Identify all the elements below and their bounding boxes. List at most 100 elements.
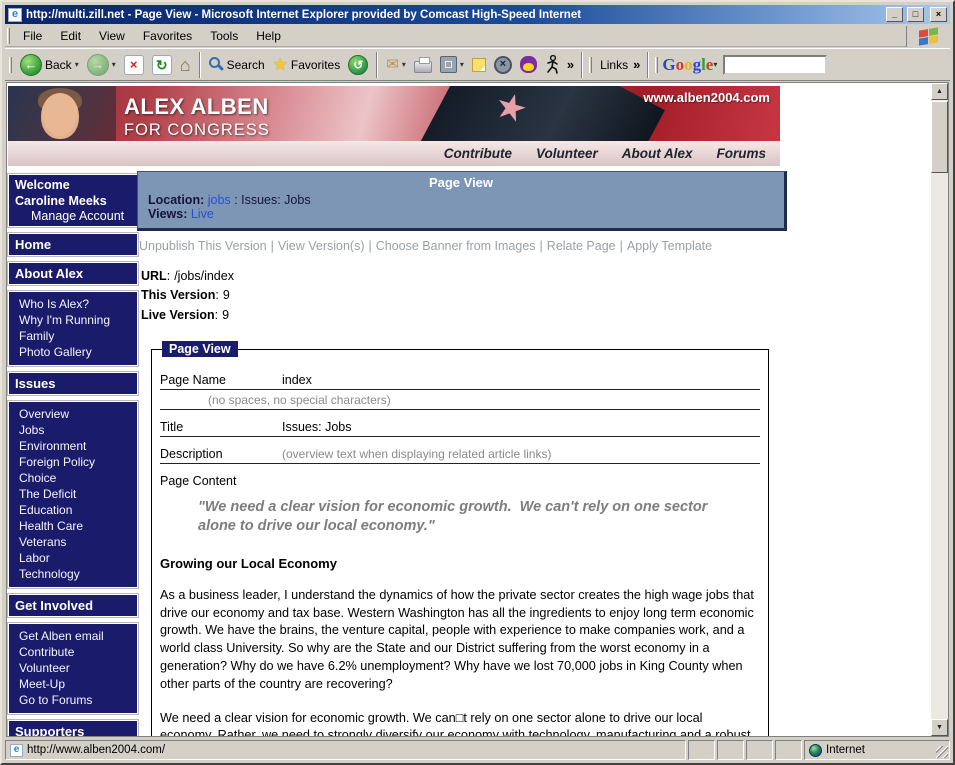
sidebar-link-meet-up[interactable]: Meet-Up <box>19 676 133 692</box>
toolbar-overflow-chevron-icon[interactable]: » <box>564 57 577 72</box>
stop-button[interactable]: × <box>120 53 148 77</box>
scroll-up-icon[interactable]: ▲ <box>931 83 948 100</box>
location-jobs-link[interactable]: jobs <box>208 193 231 207</box>
form-legend: Page View <box>162 341 238 357</box>
sidebar-link-labor[interactable]: Labor <box>19 550 133 566</box>
apply-template-link[interactable]: Apply Template <box>627 239 712 253</box>
google-search-input[interactable] <box>723 55 827 75</box>
refresh-button[interactable]: ↻ <box>148 53 176 77</box>
blocker-button[interactable]: × <box>490 54 516 76</box>
sidebar-link-environment[interactable]: Environment <box>19 438 133 454</box>
choose-banner-link[interactable]: Choose Banner from Images <box>376 239 536 253</box>
back-caret-icon[interactable]: ▾ <box>75 60 79 69</box>
view-versions-link[interactable]: View Version(s) <box>278 239 365 253</box>
messenger-button[interactable] <box>516 54 541 75</box>
google-grip[interactable] <box>655 57 658 73</box>
forward-button[interactable]: → ▾ <box>83 52 120 78</box>
search-button[interactable]: Search <box>205 55 269 74</box>
banner-nav-volunteer[interactable]: Volunteer <box>536 146 598 161</box>
page-name-label: Page Name <box>160 373 282 387</box>
sidebar-link-overview[interactable]: Overview <box>19 406 133 422</box>
sidebar-link-family[interactable]: Family <box>19 328 133 344</box>
sidebar-link-manage-account[interactable]: Manage Account <box>15 209 131 223</box>
menu-view[interactable]: View <box>90 27 134 45</box>
links-label[interactable]: Links <box>596 58 630 72</box>
favorites-button[interactable]: ★ Favorites <box>269 54 345 75</box>
description-row: Description (overview text when displayi… <box>160 447 760 464</box>
search-label: Search <box>227 58 265 72</box>
notes-button[interactable] <box>468 56 490 74</box>
fullscreen-button[interactable]: ▾ <box>436 54 468 75</box>
sidebar-section-issues[interactable]: Issues <box>8 372 138 395</box>
resize-grip[interactable] <box>936 746 948 758</box>
mail-caret-icon[interactable]: ▾ <box>402 60 406 69</box>
toolbar-separator <box>647 52 649 78</box>
unpublish-version-link[interactable]: Unpublish This Version <box>139 239 267 253</box>
menu-edit[interactable]: Edit <box>51 27 90 45</box>
menu-grip[interactable] <box>7 28 10 44</box>
status-zone-text: Internet <box>826 744 865 756</box>
sidebar-link-the-deficit[interactable]: The Deficit <box>19 486 133 502</box>
links-grip[interactable] <box>589 57 592 73</box>
sidebar-link-technology[interactable]: Technology <box>19 566 133 582</box>
flag-star-icon: ★ <box>491 86 534 132</box>
sidebar-section-about-alex[interactable]: About Alex <box>8 262 138 285</box>
toolbar-grip[interactable] <box>9 57 12 73</box>
browser-viewport: ★ ALEX ALBEN FOR CONGRESS www.alben2004.… <box>6 82 949 737</box>
status-pane <box>717 740 744 760</box>
sidebar-link-who-is-alex[interactable]: Who Is Alex? <box>19 296 133 312</box>
sidebar-link-jobs[interactable]: Jobs <box>19 422 133 438</box>
home-button[interactable]: ⌂ <box>176 54 195 76</box>
print-button[interactable] <box>410 54 436 75</box>
action-separator: | <box>616 239 627 253</box>
web-page: ★ ALEX ALBEN FOR CONGRESS www.alben2004.… <box>7 83 931 736</box>
scroll-down-icon[interactable]: ▼ <box>931 719 948 736</box>
forward-caret-icon[interactable]: ▾ <box>112 60 116 69</box>
sidebar-link-foreign-policy[interactable]: Foreign Policy <box>19 454 133 470</box>
menu-favorites[interactable]: Favorites <box>134 27 201 45</box>
scrollbar-thumb[interactable] <box>931 101 948 173</box>
aim-button[interactable] <box>541 53 564 76</box>
sidebar-link-education[interactable]: Education <box>19 502 133 518</box>
sidebar-link-contribute[interactable]: Contribute <box>19 644 133 660</box>
close-button[interactable]: × <box>930 7 947 22</box>
vertical-scrollbar[interactable]: ▲ ▼ <box>931 83 948 736</box>
print-icon <box>414 61 432 73</box>
views-live-link[interactable]: Live <box>191 207 214 221</box>
links-chevron-icon[interactable]: » <box>630 57 643 72</box>
sidebar-link-choice[interactable]: Choice <box>19 470 133 486</box>
history-button[interactable]: ↺ <box>344 53 372 77</box>
title-value: Issues: Jobs <box>282 420 760 434</box>
sidebar-link-get-alben-email[interactable]: Get Alben email <box>19 628 133 644</box>
sidebar-link-health-care[interactable]: Health Care <box>19 518 133 534</box>
banner-nav-about-alex[interactable]: About Alex <box>622 146 693 161</box>
back-label: Back <box>45 58 72 72</box>
sidebar-link-photo-gallery[interactable]: Photo Gallery <box>19 344 133 360</box>
sidebar-link-go-to-forums[interactable]: Go to Forums <box>19 692 133 708</box>
minimize-button[interactable]: _ <box>886 7 903 22</box>
menu-help[interactable]: Help <box>247 27 290 45</box>
colon: : <box>215 308 218 322</box>
sidebar-link-volunteer[interactable]: Volunteer <box>19 660 133 676</box>
title-bar[interactable]: e http://multi.zill.net - Page View - Mi… <box>5 5 950 24</box>
fullscreen-caret-icon[interactable]: ▾ <box>460 60 464 69</box>
sidebar-item-home[interactable]: Home <box>8 233 138 256</box>
relate-page-link[interactable]: Relate Page <box>547 239 616 253</box>
google-caret-icon[interactable]: ▾ <box>713 60 717 69</box>
history-icon: ↺ <box>348 55 368 75</box>
sidebar-get-involved-links: Get Alben email Contribute Volunteer Mee… <box>8 623 138 714</box>
menu-tools[interactable]: Tools <box>201 27 247 45</box>
sidebar-link-veterans[interactable]: Veterans <box>19 534 133 550</box>
maximize-button[interactable]: □ <box>907 7 924 22</box>
banner-nav-forums[interactable]: Forums <box>716 146 766 161</box>
sidebar-link-why-im-running[interactable]: Why I'm Running <box>19 312 133 328</box>
fullscreen-icon <box>440 56 457 73</box>
sidebar-section-get-involved[interactable]: Get Involved <box>8 594 138 617</box>
sidebar-section-supporters[interactable]: Supporters <box>8 720 138 736</box>
views-line: Views: Live <box>148 207 774 221</box>
menu-file[interactable]: File <box>14 27 51 45</box>
mail-button[interactable]: ✉ ▾ <box>382 55 410 74</box>
google-logo[interactable]: Google <box>662 56 713 73</box>
banner-nav-contribute[interactable]: Contribute <box>444 146 512 161</box>
back-button[interactable]: ← Back ▾ <box>16 52 83 78</box>
